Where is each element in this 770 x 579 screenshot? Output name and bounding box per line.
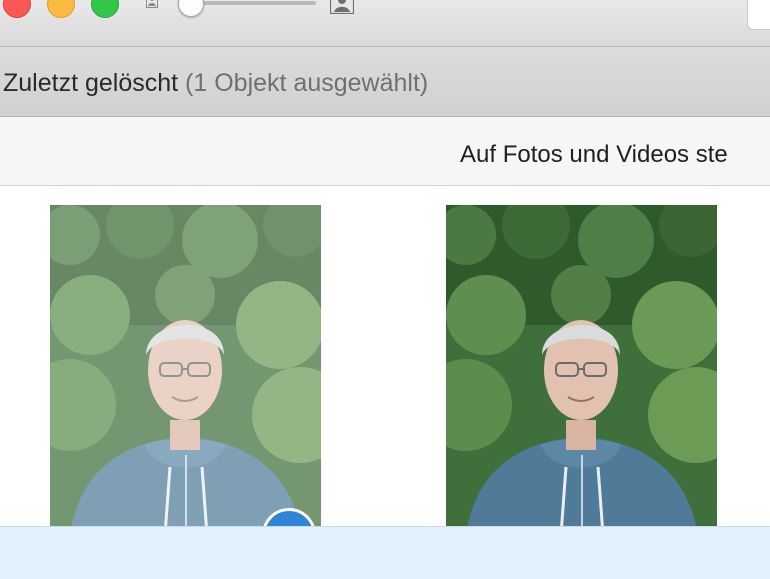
minimize-window-button[interactable]: [47, 0, 75, 18]
bottom-action-bar: [0, 526, 770, 579]
info-message: Auf Fotos und Videos ste: [460, 141, 728, 168]
photo-thumbnail[interactable]: [50, 205, 321, 526]
zoom-slider-knob[interactable]: [178, 0, 204, 17]
small-portrait-icon[interactable]: [146, 0, 158, 8]
photo-thumbnail[interactable]: [446, 205, 717, 526]
selection-count: (1 Objekt ausgewählt): [185, 69, 429, 97]
album-title: Zuletzt gelöscht: [3, 69, 179, 97]
page-title: Zuletzt gelöscht (1 Objekt ausgewählt): [3, 69, 428, 98]
close-window-button[interactable]: [3, 0, 31, 18]
info-bar: Auf Fotos und Videos ste: [0, 117, 770, 186]
window-titlebar: [0, 0, 770, 47]
search-field[interactable]: [747, 0, 770, 30]
large-portrait-icon[interactable]: [329, 0, 355, 15]
header-bar: Zuletzt gelöscht (1 Objekt ausgewählt): [0, 47, 770, 117]
zoom-window-button[interactable]: [91, 0, 119, 18]
photo-grid: [0, 186, 770, 526]
zoom-slider-track[interactable]: [188, 1, 316, 5]
